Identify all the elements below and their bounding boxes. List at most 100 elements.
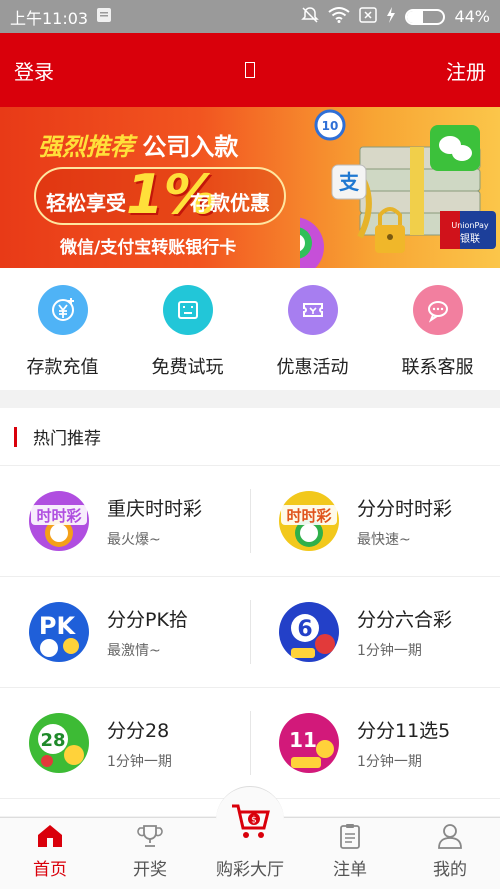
sim-x-icon — [359, 6, 378, 27]
liuhecai-logo-icon: 6 — [279, 602, 339, 662]
quick-action-promotions[interactable]: 优惠活动 — [250, 268, 375, 390]
bottom-nav: 首页 开奖 $ 购彩大厅 注单 我的 — [0, 786, 500, 889]
nav-orders[interactable]: 注单 — [300, 818, 400, 889]
quick-action-label: 免费试玩 — [151, 357, 224, 378]
nav-label: 首页 — [33, 860, 67, 880]
game-name: 分分28 — [107, 719, 170, 742]
nav-label: 注单 — [333, 860, 367, 880]
game-name: 重庆时时彩 — [107, 497, 203, 520]
game-desc: 1分钟一期 — [107, 753, 172, 770]
trophy-icon — [137, 825, 163, 847]
banner-line2-suffix: 存款优惠 — [190, 191, 270, 215]
banner-headline: 强烈推荐 公司入款 — [38, 127, 238, 162]
game-text: 重庆时时彩 最火爆~ — [107, 494, 202, 549]
quick-action-deposit[interactable]: 存款充值 — [0, 268, 125, 390]
game-name: 分分六合彩 — [357, 608, 453, 631]
section-header: 热门推荐 — [0, 408, 500, 466]
game-text: 分分28 1分钟一期 — [107, 716, 172, 771]
svg-text:支: 支 — [339, 170, 360, 194]
nav-label: 开奖 — [133, 860, 167, 880]
battery-percent: 44% — [454, 7, 490, 26]
game-text: 分分PK拾 最激情~ — [107, 605, 188, 660]
svg-text:时时彩: 时时彩 — [36, 507, 81, 525]
quick-action-free-trial[interactable]: 免费试玩 — [125, 268, 250, 390]
svg-text:11: 11 — [289, 728, 317, 752]
11x5-logo-icon: 11 — [279, 713, 339, 773]
svg-text:10: 10 — [322, 119, 339, 133]
battery-icon — [405, 8, 446, 25]
quick-action-label: 优惠活动 — [276, 357, 349, 378]
app-screen: 上午11:03 44% 登录 注册 强烈推荐 公司入款 轻松享受 1% 存款优惠… — [0, 0, 500, 889]
ticket-icon — [287, 285, 338, 335]
svg-text:UnionPay: UnionPay — [451, 221, 488, 230]
status-time: 上午11:03 — [10, 8, 89, 28]
game-card-fenfen-pk10[interactable]: PK 分分PK拾 最激情~ — [0, 577, 250, 687]
game-card-fenfen-liuhecai[interactable]: 6 分分六合彩 1分钟一期 — [250, 577, 500, 687]
game-card-fenfen-ssc[interactable]: 时时彩 分分时时彩 最快速~ — [250, 466, 500, 576]
promo-banner[interactable]: 强烈推荐 公司入款 轻松享受 1% 存款优惠 微信/支付宝转账银行卡 10 支 … — [0, 107, 500, 268]
quick-action-customer-service[interactable]: 联系客服 — [375, 268, 500, 390]
wifi-icon — [328, 6, 351, 27]
game-text: 分分11选5 1分钟一期 — [357, 716, 450, 771]
nav-lottery-hall[interactable]: $ 购彩大厅 — [200, 786, 300, 889]
quick-actions: 存款充值 免费试玩 优惠活动 联系客服 — [0, 268, 500, 390]
clipboard-icon — [340, 824, 360, 849]
svg-text:银联: 银联 — [460, 232, 480, 245]
notification-icon — [96, 7, 112, 27]
game-text: 分分六合彩 1分钟一期 — [357, 605, 452, 660]
game-desc: 最火爆~ — [107, 531, 161, 548]
games-grid: 时时彩 重庆时时彩 最火爆~ 时时彩 分分时时彩 最快速~ PK 分分PK拾 最… — [0, 466, 500, 816]
wechat-icon — [430, 125, 480, 171]
login-button[interactable]: 登录 — [14, 56, 54, 85]
games-row: PK 分分PK拾 最激情~ 6 分分六合彩 1分钟一期 — [0, 577, 500, 688]
chat-bubble-icon — [412, 285, 463, 335]
ssc-logo-icon: 时时彩 — [279, 491, 339, 551]
game-name: 分分11选5 — [357, 719, 451, 742]
ssc-logo-icon: 时时彩 — [29, 491, 89, 551]
nav-label: 购彩大厅 — [216, 860, 284, 880]
section-title: 热门推荐 — [33, 429, 101, 449]
banner-headline-highlight: 强烈推荐 — [38, 133, 134, 161]
register-button[interactable]: 注册 — [446, 56, 486, 85]
svg-text:$: $ — [251, 816, 257, 826]
game-card-chongqing-ssc[interactable]: 时时彩 重庆时时彩 最火爆~ — [0, 466, 250, 576]
nav-profile[interactable]: 我的 — [400, 818, 500, 889]
battery-fill — [407, 10, 424, 23]
pk10-logo-icon: PK — [29, 602, 89, 662]
banner-money-lock-art: 10 支 UnionPay 银联 — [300, 109, 496, 268]
user-icon — [438, 824, 462, 849]
svg-text:PK: PK — [39, 612, 77, 640]
banner-line2-prefix: 轻松享受 — [46, 191, 126, 215]
svg-text:时时彩: 时时彩 — [286, 507, 331, 525]
banner-headline-rest: 公司入款 — [142, 133, 239, 161]
status-icons: 44% — [301, 6, 490, 28]
mute-bell-icon — [301, 6, 320, 28]
nav-home[interactable]: 首页 — [0, 818, 100, 889]
svg-text:28: 28 — [40, 730, 65, 751]
unionpay-icon: UnionPay 银联 — [440, 211, 496, 249]
pc28-logo-icon: 28 — [29, 713, 89, 773]
nav-label: 我的 — [433, 860, 467, 880]
quick-action-label: 联系客服 — [401, 357, 474, 378]
nav-lottery-results[interactable]: 开奖 — [100, 818, 200, 889]
charging-icon — [386, 6, 396, 27]
games-row: 时时彩 重庆时时彩 最火爆~ 时时彩 分分时时彩 最快速~ — [0, 466, 500, 577]
home-icon — [38, 825, 62, 847]
game-card-fenfen-11x5[interactable]: 11 分分11选5 1分钟一期 — [250, 688, 500, 798]
game-card-fenfen-28[interactable]: 28 分分28 1分钟一期 — [0, 688, 250, 798]
banner-subline: 微信/支付宝转账银行卡 — [60, 238, 237, 258]
lottery-ball-icon: 10 — [314, 109, 346, 141]
game-text: 分分时时彩 最快速~ — [357, 494, 452, 549]
quick-action-label: 存款充值 — [26, 357, 99, 378]
game-desc: 1分钟一期 — [357, 753, 422, 770]
section-accent-bar — [14, 426, 17, 447]
yen-plus-icon — [37, 285, 88, 335]
game-name: 分分时时彩 — [357, 497, 453, 520]
game-desc: 最激情~ — [107, 642, 161, 659]
status-bar: 上午11:03 44% — [0, 0, 500, 33]
cart-icon: $ — [232, 804, 270, 838]
game-screen-icon — [162, 285, 213, 335]
game-name: 分分PK拾 — [107, 608, 188, 631]
game-desc: 1分钟一期 — [357, 642, 422, 659]
game-desc: 最快速~ — [357, 531, 411, 548]
